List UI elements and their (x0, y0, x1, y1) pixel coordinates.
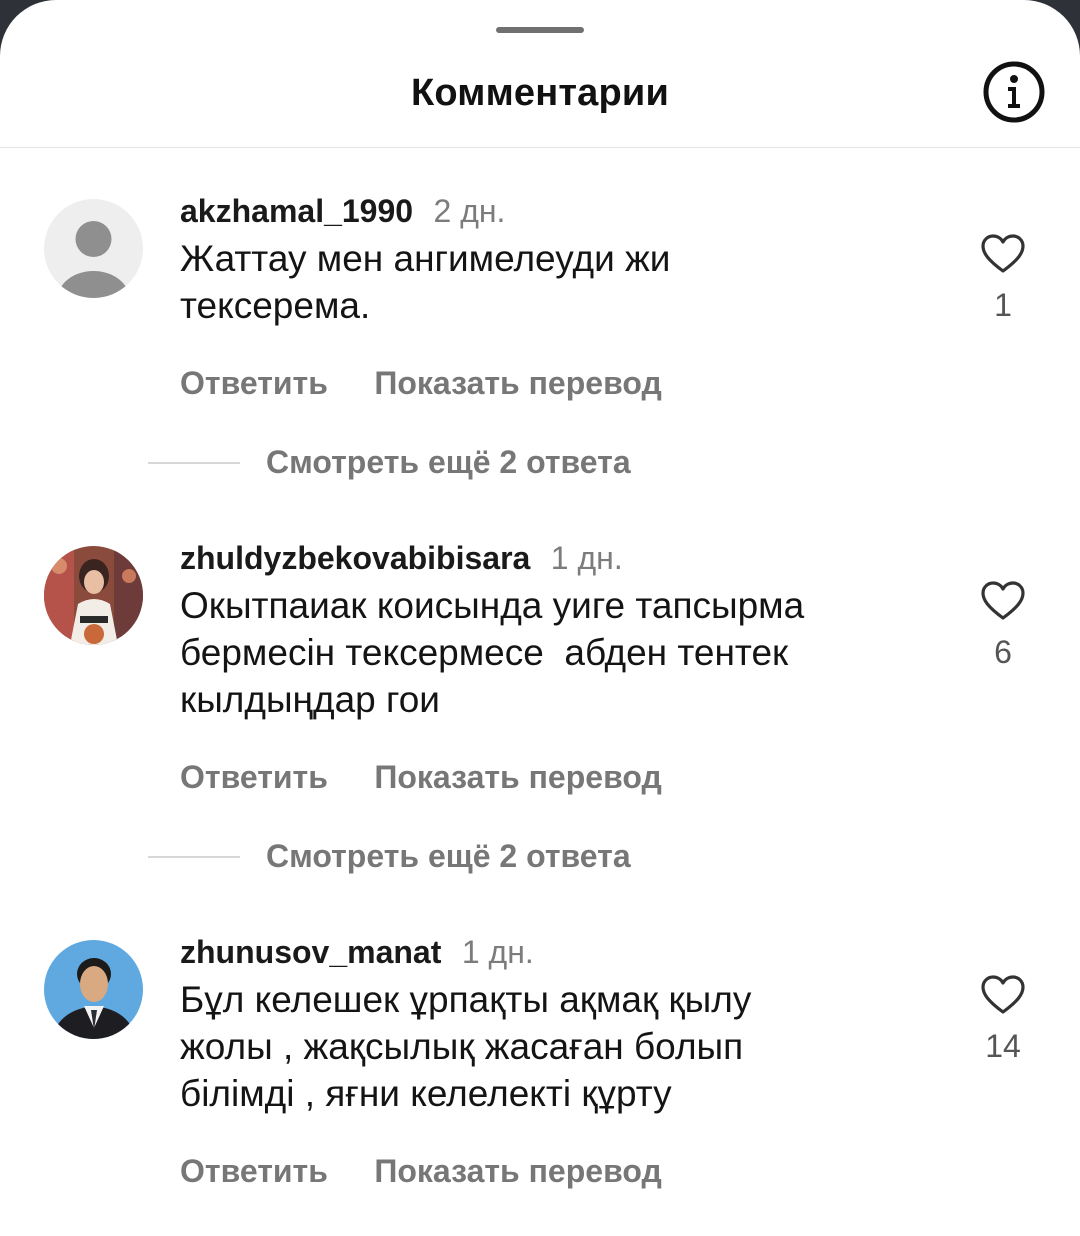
show-translation-button[interactable]: Показать перевод (374, 365, 661, 401)
show-translation-button[interactable]: Показать перевод (374, 1153, 661, 1189)
info-button[interactable] (982, 60, 1046, 124)
like-count: 6 (994, 634, 1012, 670)
like-block: 14 (970, 974, 1036, 1065)
comments-sheet: Комментарии akzhamal_1990 2 дн. Жаттау м… (0, 0, 1080, 1236)
comment-text: Бұл келешек ұрпақты ақмақ қылу жолы , жа… (180, 979, 752, 1114)
like-block: 6 (970, 580, 1036, 671)
info-circle-icon (983, 61, 1045, 123)
comment-time: 1 дн. (550, 540, 623, 576)
reply-button[interactable]: Ответить (180, 759, 328, 795)
user-avatar[interactable] (44, 546, 143, 645)
comment-actions: Ответить Показать перевод (180, 1153, 662, 1190)
view-replies[interactable]: Смотреть ещё 2 ответа (148, 838, 631, 878)
comment-actions: Ответить Показать перевод (180, 365, 662, 402)
view-replies-button[interactable]: Смотреть ещё 2 ответа (266, 838, 631, 874)
comment-header: zhunusov_manat 1 дн. (180, 934, 534, 974)
sheet-title: Комментарии (410, 72, 670, 114)
view-replies[interactable]: Смотреть ещё 2 ответа (148, 444, 631, 484)
reply-button[interactable]: Ответить (180, 1153, 328, 1189)
replies-divider-line (148, 855, 240, 858)
comment-username[interactable]: akzhamal_1990 (180, 193, 413, 229)
like-block: 1 (970, 233, 1036, 324)
comment-text: Окытпаиак коисында уиге тапсырма бермесі… (180, 585, 805, 720)
header-divider (0, 147, 1080, 148)
user-avatar[interactable] (44, 199, 143, 298)
replies-divider-line (148, 461, 240, 464)
show-translation-button[interactable]: Показать перевод (374, 759, 661, 795)
comment-header: zhuldyzbekovabibisara 1 дн. (180, 540, 623, 580)
heart-icon[interactable] (980, 974, 1026, 1016)
profile-photo-avatar (44, 546, 143, 645)
reply-button[interactable]: Ответить (180, 365, 328, 401)
comment-username[interactable]: zhunusov_manat (180, 934, 441, 970)
heart-icon[interactable] (980, 580, 1026, 622)
default-user-avatar-icon (44, 199, 143, 298)
drag-handle[interactable] (496, 27, 584, 33)
comment-header: akzhamal_1990 2 дн. (180, 193, 505, 233)
heart-icon[interactable] (980, 233, 1026, 275)
comment-time: 1 дн. (461, 934, 534, 970)
comment-time: 2 дн. (433, 193, 506, 229)
user-avatar[interactable] (44, 940, 143, 1039)
profile-photo-avatar (44, 940, 143, 1039)
comment-actions: Ответить Показать перевод (180, 759, 662, 796)
view-replies-button[interactable]: Смотреть ещё 2 ответа (266, 444, 631, 480)
comment-username[interactable]: zhuldyzbekovabibisara (180, 540, 530, 576)
like-count: 14 (985, 1028, 1021, 1064)
comment-text: Жаттау мен ангимелеуди жи тексерема. (180, 238, 671, 326)
like-count: 1 (994, 287, 1012, 323)
